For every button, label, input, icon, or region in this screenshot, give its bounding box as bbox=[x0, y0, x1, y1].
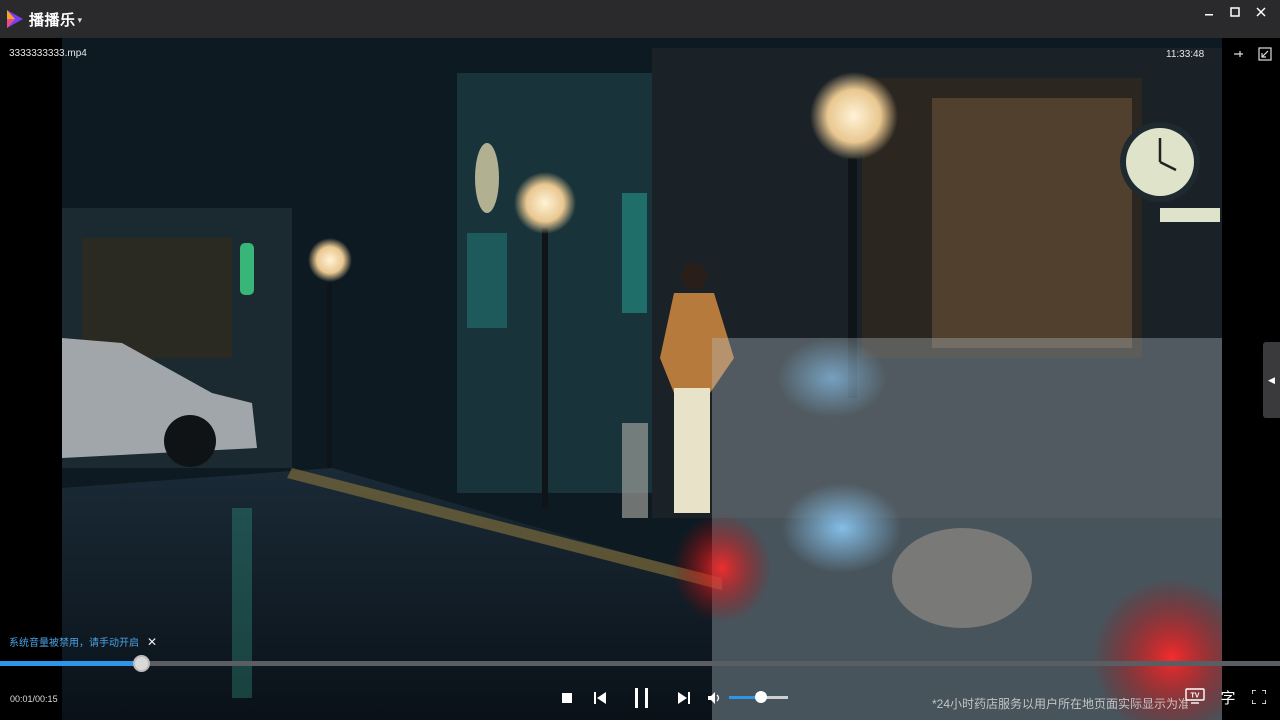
volume-icon bbox=[708, 692, 720, 704]
file-name: 3333333333.mp4 bbox=[9, 48, 87, 59]
pause-icon bbox=[635, 688, 648, 708]
notice-text: 系统音量被禁用，请手动开启 bbox=[9, 638, 139, 649]
mute-button[interactable] bbox=[706, 686, 724, 710]
fullscreen-icon bbox=[1252, 690, 1266, 704]
system-clock: 11:33:48 bbox=[1166, 49, 1205, 60]
fullscreen-button[interactable] bbox=[1250, 688, 1268, 706]
volume-notice: 系统音量被禁用，请手动开启 ✕ bbox=[9, 634, 157, 650]
minimize-button[interactable] bbox=[1196, 0, 1222, 24]
duration-time: 00:15 bbox=[35, 694, 58, 704]
playlist-toggle-button[interactable]: ◀ bbox=[1263, 342, 1280, 418]
video-caption-text: *24小时药店服务以用户所在地页面实际显示为准 bbox=[932, 697, 1188, 711]
seek-bar-thumb[interactable] bbox=[132, 655, 150, 672]
seek-bar[interactable] bbox=[0, 655, 1280, 672]
svg-text:TV: TV bbox=[1191, 693, 1200, 700]
skip-forward-icon bbox=[678, 692, 690, 704]
next-button[interactable] bbox=[676, 686, 692, 710]
video-area[interactable] bbox=[0, 38, 1280, 720]
current-time: 00:01 bbox=[10, 694, 33, 704]
logo-icon bbox=[4, 8, 26, 30]
stop-button[interactable] bbox=[559, 686, 575, 710]
subtitle-button[interactable]: 字 bbox=[1219, 688, 1237, 707]
maximize-button[interactable] bbox=[1222, 0, 1248, 24]
app-menu-caret-icon[interactable]: ▾ bbox=[78, 15, 83, 26]
video-frame bbox=[62, 38, 1222, 720]
cast-tv-button[interactable]: TV bbox=[1185, 688, 1205, 704]
pause-button[interactable] bbox=[632, 686, 652, 710]
close-button[interactable] bbox=[1248, 0, 1274, 24]
previous-button[interactable] bbox=[592, 686, 608, 710]
app-logo[interactable]: 播播乐 ▾ bbox=[4, 8, 82, 30]
time-display: 00:01/00:15 bbox=[10, 694, 58, 704]
subtitle-label: 字 bbox=[1220, 689, 1236, 707]
app-name: 播播乐 bbox=[29, 11, 76, 29]
stop-icon bbox=[562, 693, 572, 703]
notice-close-icon[interactable]: ✕ bbox=[147, 635, 157, 649]
mini-mode-icon[interactable] bbox=[1258, 47, 1272, 64]
chevron-left-icon: ◀ bbox=[1268, 374, 1275, 385]
pin-icon[interactable] bbox=[1232, 48, 1244, 63]
title-bar[interactable]: 播播乐 ▾ bbox=[0, 0, 1280, 38]
volume-slider[interactable] bbox=[729, 691, 788, 703]
skip-back-icon bbox=[594, 692, 606, 704]
seek-bar-fill bbox=[0, 661, 141, 666]
player-window: 播播乐 ▾ 3333333333.mp4 11:33:48 ◀ 系统音量被禁用，… bbox=[0, 0, 1280, 720]
tv-icon: TV bbox=[1185, 688, 1205, 704]
